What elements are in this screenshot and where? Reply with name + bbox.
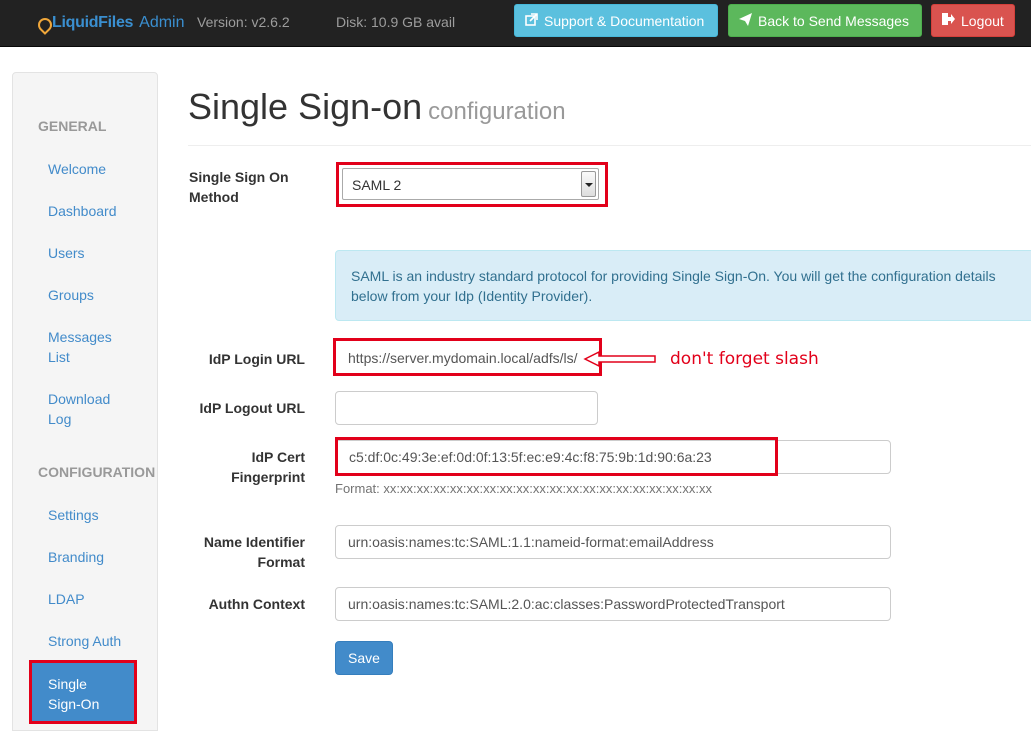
sidebar-item-single-sign-on[interactable]: Single Sign-On: [29, 660, 137, 724]
sidebar-header-general: GENERAL: [38, 118, 107, 134]
name-identifier-format-input[interactable]: urn:oasis:names:tc:SAML:1.1:nameid-forma…: [335, 525, 891, 559]
sso-method-label: Single Sign On Method: [189, 169, 289, 205]
sidebar-item-download-log[interactable]: Download Log: [48, 389, 128, 429]
save-button[interactable]: Save: [335, 641, 393, 675]
idp-cert-fingerprint-label: IdP Cert Fingerprint: [231, 449, 305, 485]
logout-button[interactable]: Logout: [931, 4, 1015, 37]
idp-logout-url-input[interactable]: [335, 391, 598, 425]
send-icon: [739, 12, 752, 29]
sidebar-item-branding[interactable]: Branding: [48, 547, 143, 567]
sidebar-item-dashboard[interactable]: Dashboard: [48, 201, 143, 221]
title-divider: [188, 145, 1031, 146]
sidebar-item-settings[interactable]: Settings: [48, 505, 143, 525]
chevron-down-icon[interactable]: [581, 171, 596, 197]
back-to-send-messages-button[interactable]: Back to Send Messages: [728, 4, 922, 37]
sso-method-select[interactable]: SAML 2: [342, 168, 599, 200]
authn-context-input[interactable]: urn:oasis:names:tc:SAML:2.0:ac:classes:P…: [335, 587, 891, 621]
sidebar-header-configuration: CONFIGURATION: [38, 464, 156, 480]
authn-context-label: Authn Context: [208, 596, 305, 612]
support-documentation-button[interactable]: Support & Documentation: [514, 4, 718, 37]
liquid-drop-icon: [37, 16, 49, 30]
logout-label: Logout: [961, 12, 1004, 29]
page-subtitle: configuration: [428, 98, 566, 125]
sidebar-item-groups[interactable]: Groups: [48, 285, 143, 305]
brand-name: LiquidFiles: [52, 14, 134, 31]
idp-login-url-label: IdP Login URL: [208, 351, 305, 367]
sidebar-item-single-sign-on-label: Single Sign-On: [48, 676, 100, 712]
brand-suffix: Admin: [139, 14, 185, 31]
sidebar: GENERAL Welcome Dashboard Users Groups M…: [12, 72, 158, 731]
top-navbar: LiquidFiles Admin Version: v2.6.2 Disk: …: [0, 0, 1031, 47]
version-text: Version: v2.6.2: [197, 14, 290, 30]
sidebar-item-messages-list[interactable]: Messages List: [48, 327, 128, 367]
external-link-icon: [525, 12, 538, 29]
idp-cert-format-help: Format: xx:xx:xx:xx:xx:xx:xx:xx:xx:xx:xx…: [335, 481, 713, 496]
logout-icon: [942, 13, 955, 28]
idp-logout-url-label: IdP Logout URL: [199, 400, 306, 416]
idp-login-url-input[interactable]: https://server.mydomain.local/adfs/ls/: [336, 341, 599, 373]
sidebar-item-welcome[interactable]: Welcome: [48, 159, 143, 179]
annotation-note: don't forget slash: [670, 349, 819, 369]
support-documentation-label: Support & Documentation: [544, 12, 705, 29]
page-title: Single Sign-on configuration: [188, 86, 566, 127]
sidebar-item-strong-auth[interactable]: Strong Auth: [48, 631, 143, 651]
name-identifier-format-label: Name Identifier Format: [203, 534, 305, 570]
back-to-send-messages-label: Back to Send Messages: [758, 12, 909, 29]
idp-cert-fingerprint-value: c5:df:0c:49:3e:ef:0d:0f:13:5f:ec:e9:4c:f…: [349, 449, 712, 465]
sidebar-item-users[interactable]: Users: [48, 243, 143, 263]
sidebar-item-ldap[interactable]: LDAP: [48, 589, 143, 609]
saml-info-alert: SAML is an industry standard protocol fo…: [335, 250, 1031, 321]
brand-logo[interactable]: LiquidFiles Admin: [37, 12, 185, 34]
disk-space-text: Disk: 10.9 GB avail: [336, 14, 456, 30]
arrow-left-icon: [583, 351, 656, 367]
sso-method-selected-value: SAML 2: [352, 177, 402, 193]
